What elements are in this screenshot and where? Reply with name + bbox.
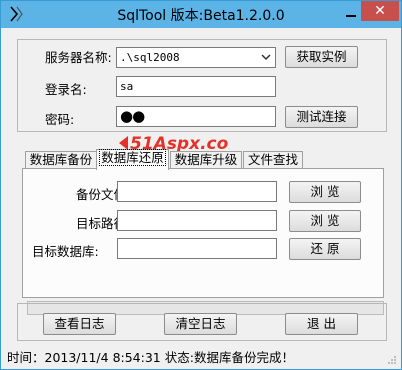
- browse-backup-file-button[interactable]: 浏 览: [289, 181, 361, 203]
- server-name-label: 服务器名称:: [45, 50, 112, 65]
- app-window: SqlTool 版本:Beta1.2.0.0 ✕ 服务器名称: .\sql200…: [0, 0, 402, 370]
- exit-button[interactable]: 退 出: [285, 313, 358, 335]
- tab-database-restore-label: 数据库还原: [99, 149, 166, 166]
- password-input[interactable]: ●●: [116, 106, 276, 127]
- status-bar: 时间：2013/11/4 8:54:31 状态:数据库备份完成！: [7, 350, 294, 365]
- close-button[interactable]: ✕: [361, 1, 399, 21]
- title-bar[interactable]: SqlTool 版本:Beta1.2.0.0 ✕: [1, 1, 401, 28]
- resize-grip-icon[interactable]: [387, 355, 397, 365]
- target-path-input[interactable]: [117, 210, 277, 231]
- restore-tab-panel: 备份文件: 浏 览 目标路径: 浏 览 目标数据库: 还 原: [22, 168, 384, 298]
- minimize-button[interactable]: [345, 7, 359, 19]
- clear-log-button[interactable]: 清空日志: [164, 313, 237, 335]
- tab-database-upgrade[interactable]: 数据库升级: [170, 151, 242, 169]
- server-name-combobox[interactable]: .\sql2008: [116, 47, 276, 68]
- window-title: SqlTool 版本:Beta1.2.0.0: [117, 8, 285, 24]
- get-instance-button[interactable]: 获取实例: [285, 46, 358, 68]
- restore-button[interactable]: 还 原: [289, 238, 361, 260]
- tab-strip: 数据库备份 数据库还原 数据库升级 文件查找: [22, 149, 384, 170]
- login-input[interactable]: sa: [116, 76, 276, 97]
- backup-file-input[interactable]: [117, 181, 277, 202]
- target-database-input[interactable]: [117, 238, 277, 259]
- password-label: 密码:: [45, 112, 75, 127]
- browse-target-path-button[interactable]: 浏 览: [289, 210, 361, 232]
- tab-file-search[interactable]: 文件查找: [243, 151, 303, 169]
- target-database-label: 目标数据库:: [32, 244, 99, 259]
- server-name-value: .\sql2008: [120, 51, 180, 64]
- login-label: 登录名:: [45, 82, 87, 97]
- chevron-down-icon[interactable]: [260, 51, 272, 64]
- tab-database-restore[interactable]: 数据库还原: [96, 149, 169, 170]
- test-connection-button[interactable]: 测试连接: [285, 106, 358, 128]
- client-area: 服务器名称: .\sql2008 获取实例 登录名: sa 密码: ●● 测试连…: [5, 28, 399, 367]
- tab-database-backup[interactable]: 数据库备份: [25, 151, 97, 169]
- view-log-button[interactable]: 查看日志: [43, 313, 116, 335]
